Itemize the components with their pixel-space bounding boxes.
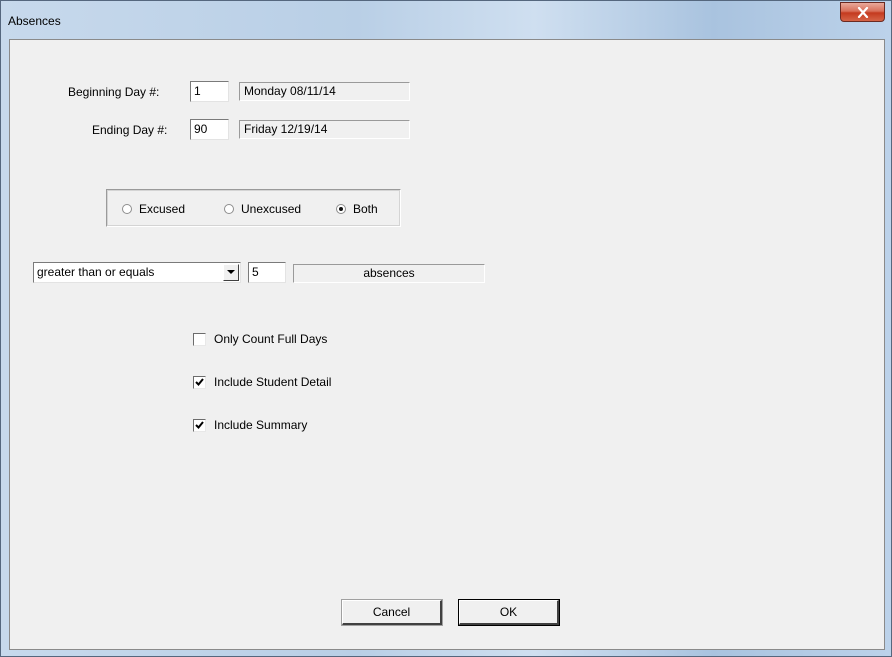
include-summary-checkbox[interactable]: Include Summary — [193, 418, 307, 432]
radio-indicator — [122, 204, 132, 214]
dropdown-button[interactable] — [223, 264, 239, 281]
close-x-icon — [857, 6, 868, 18]
cancel-button[interactable]: Cancel — [341, 599, 443, 626]
ending-date-display: Friday 12/19/14 — [239, 120, 410, 139]
checkbox-indicator-checked — [193, 375, 206, 389]
title-bar[interactable]: Absences — [1, 1, 891, 39]
ending-day-label: Ending Day #: — [92, 123, 168, 137]
radio-indicator-selected — [336, 204, 346, 214]
dialog-window: Absences Beginning Day #: 1 Monday 08/11… — [0, 0, 892, 657]
beginning-day-label: Beginning Day #: — [68, 85, 160, 99]
operator-selected-value: greater than or equals — [37, 265, 155, 279]
include-student-detail-checkbox[interactable]: Include Student Detail — [193, 375, 331, 389]
window-title: Absences — [8, 14, 61, 28]
radio-indicator — [224, 204, 234, 214]
radio-unexcused[interactable]: Unexcused — [224, 202, 301, 216]
absence-type-group: Excused Unexcused Both — [106, 189, 401, 227]
checkmark-icon — [195, 378, 204, 386]
checkbox-indicator — [193, 332, 206, 346]
radio-both-label: Both — [353, 202, 378, 216]
only-count-full-days-checkbox[interactable]: Only Count Full Days — [193, 332, 327, 346]
include-summary-label: Include Summary — [214, 418, 308, 432]
beginning-date-display: Monday 08/11/14 — [239, 82, 410, 101]
dialog-client-area: Beginning Day #: 1 Monday 08/11/14 Endin… — [9, 39, 885, 650]
radio-both[interactable]: Both — [336, 202, 378, 216]
absences-unit-label: absences — [293, 264, 485, 283]
include-student-detail-label: Include Student Detail — [214, 375, 332, 389]
absence-count-input[interactable]: 5 — [248, 262, 286, 283]
only-count-full-days-label: Only Count Full Days — [214, 332, 328, 346]
beginning-day-input[interactable]: 1 — [190, 81, 229, 102]
ok-button[interactable]: OK — [458, 599, 560, 626]
close-button[interactable] — [840, 2, 885, 22]
radio-unexcused-label: Unexcused — [241, 202, 302, 216]
chevron-down-icon — [227, 270, 235, 274]
radio-excused-label: Excused — [139, 202, 186, 216]
operator-select[interactable]: greater than or equals — [33, 262, 241, 283]
checkmark-icon — [195, 421, 204, 429]
radio-excused[interactable]: Excused — [122, 202, 185, 216]
ending-day-input[interactable]: 90 — [190, 119, 229, 140]
checkbox-indicator-checked — [193, 418, 206, 432]
